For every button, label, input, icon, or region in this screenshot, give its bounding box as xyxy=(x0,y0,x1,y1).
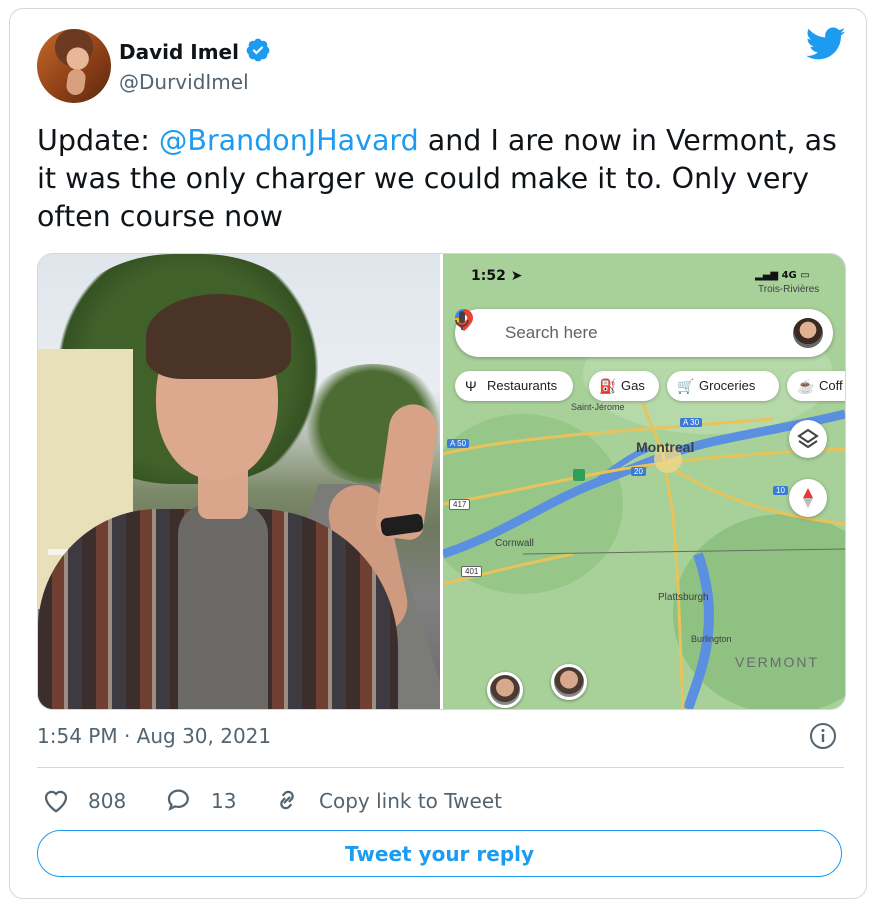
map-label-burlington: Burlington xyxy=(691,634,732,644)
verified-badge-icon xyxy=(246,38,270,62)
route-10: 10 xyxy=(773,486,788,495)
tweet-timestamp[interactable]: 1:54 PM · Aug 30, 2021 xyxy=(37,724,271,748)
divider xyxy=(37,767,844,768)
route-20: 20 xyxy=(631,467,646,476)
route-a30: A 30 xyxy=(680,418,703,427)
chip-coffee[interactable]: ☕ Coff xyxy=(787,371,845,401)
route-a50: A 50 xyxy=(447,439,470,448)
like-button[interactable]: 808 xyxy=(41,785,131,815)
map-label-vermont: VERMONT xyxy=(735,654,819,670)
tweet-text: Update: @BrandonJHavard and I are now in… xyxy=(37,122,847,236)
media-grid: 1:52 ➤ ▂▄▆ 4G ▭ Trois-Rivières Search he… xyxy=(37,253,846,710)
author-display-name[interactable]: David Imel xyxy=(119,40,239,64)
heart-icon xyxy=(44,790,68,813)
comment-icon xyxy=(167,789,189,811)
link-icon xyxy=(280,790,294,810)
friend-avatar-1[interactable] xyxy=(487,672,523,708)
compass-icon xyxy=(803,488,813,508)
map-profile-avatar[interactable] xyxy=(793,318,823,348)
map-label-trois-rivieres: Trois-Rivières xyxy=(758,284,820,295)
tweet-reply-label: Tweet your reply xyxy=(344,842,535,866)
copy-link-label: Copy link to Tweet xyxy=(319,789,502,813)
author-handle[interactable]: @DurvidImel xyxy=(119,70,249,94)
like-count: 808 xyxy=(88,789,127,813)
mention-link[interactable]: @BrandonJHavard xyxy=(159,124,419,157)
layers-icon xyxy=(797,428,819,449)
microphone-icon[interactable] xyxy=(455,309,469,333)
twitter-logo-icon[interactable] xyxy=(806,27,846,61)
status-network: ▂▄▆ 4G ▭ xyxy=(755,270,810,281)
map-label-montreal: Montreal xyxy=(636,439,695,455)
gas-pump-icon: ⛽ xyxy=(599,378,617,394)
selfie-photo[interactable] xyxy=(38,254,440,709)
coffee-icon: ☕ xyxy=(797,378,815,394)
chip-restaurants[interactable]: Ψ Restaurants xyxy=(455,371,573,401)
cart-icon: 🛒 xyxy=(677,378,695,394)
route-401: 401 xyxy=(461,566,483,577)
chip-gas[interactable]: ⛽ Gas xyxy=(589,371,659,401)
compass-button[interactable] xyxy=(789,479,827,517)
tweet-card: David Imel @DurvidImel Update: @BrandonJ… xyxy=(9,8,867,899)
map-label-cornwall: Cornwall xyxy=(495,538,534,549)
map-label-plattsburgh: Plattsburgh xyxy=(658,592,709,603)
route-417: 417 xyxy=(449,499,471,510)
copy-link-button[interactable]: Copy link to Tweet xyxy=(272,785,522,815)
friend-avatar-2[interactable] xyxy=(551,664,587,700)
map-search-placeholder: Search here xyxy=(505,323,598,342)
map-screenshot[interactable]: 1:52 ➤ ▂▄▆ 4G ▭ Trois-Rivières Search he… xyxy=(443,254,845,709)
fork-knife-icon: Ψ xyxy=(465,378,477,394)
tweet-reply-button[interactable]: Tweet your reply xyxy=(37,830,842,877)
reply-count-button[interactable]: 13 xyxy=(164,785,244,815)
tweet-text-start: Update: xyxy=(37,124,159,157)
author-avatar[interactable] xyxy=(37,29,111,103)
map-search-bar[interactable]: Search here xyxy=(455,309,833,357)
status-time: 1:52 ➤ xyxy=(471,268,523,284)
info-icon[interactable] xyxy=(809,722,837,750)
map-label-saint-jerome: Saint-Jérome xyxy=(571,402,625,412)
reply-count: 13 xyxy=(211,789,237,813)
chip-groceries[interactable]: 🛒 Groceries xyxy=(667,371,779,401)
layers-button[interactable] xyxy=(789,420,827,458)
